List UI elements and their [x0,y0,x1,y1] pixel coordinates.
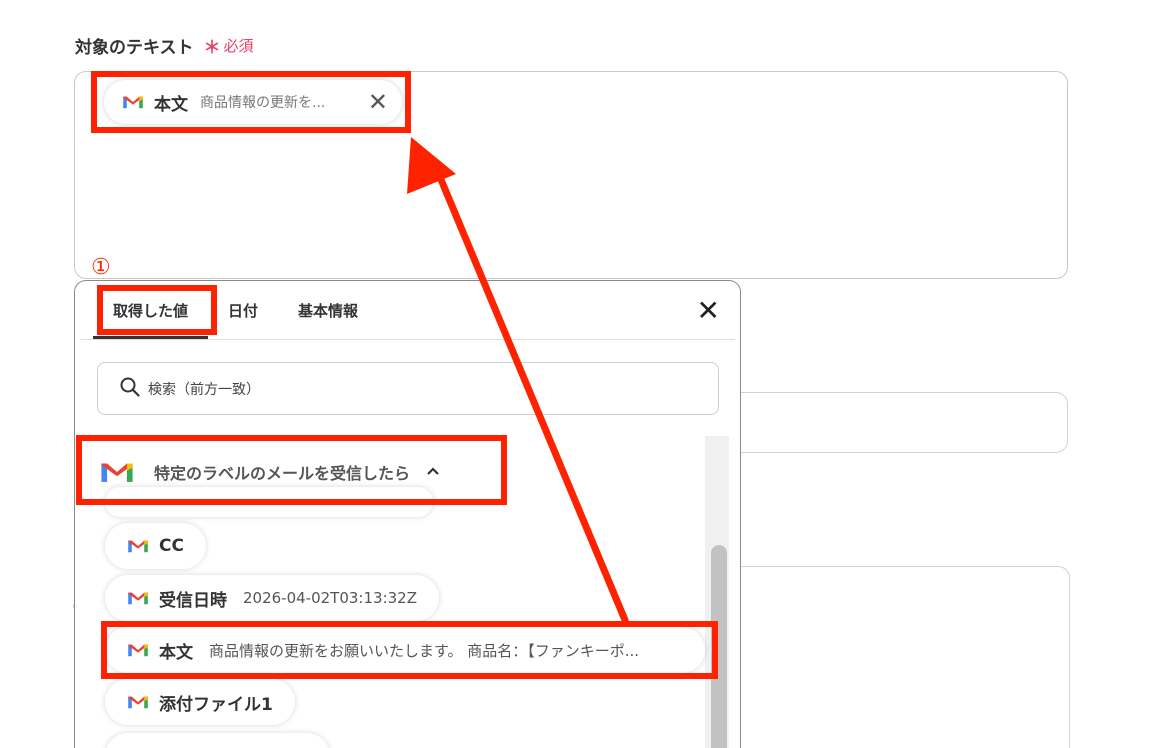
chevron-up-icon[interactable] [426,465,440,479]
gmail-icon [122,94,144,110]
gmail-icon [127,538,149,554]
list-item-cc[interactable]: CC [105,523,206,569]
search-icon [120,377,140,401]
tab-divider [80,339,735,340]
required-text: 必須 [223,37,254,55]
item-label: 受信日時 [159,590,227,611]
list-item-body[interactable]: 本文 商品情報の更新をお願いいたします。 商品名：【ファンキーポ... [105,627,705,673]
scrollbar-thumb[interactable] [711,545,727,748]
gmail-icon [127,642,149,658]
item-label: CC [159,536,184,556]
search-placeholder: 検索（前方一致） [148,381,260,398]
background-field-2[interactable] [740,392,1068,453]
tab-acquired-values[interactable]: 取得した値 [93,281,209,339]
chip-label: 本文 [154,94,188,115]
list-item-received-datetime[interactable]: 受信日時 2026-04-02T03:13:32Z [105,575,439,621]
background-field-3[interactable] [740,566,1070,748]
picker-tabs: 取得した値 日付 基本情報 [93,281,378,339]
required-mark: ＊ [203,38,221,58]
tab-basic-info[interactable]: 基本情報 [278,281,378,339]
gmail-icon [127,590,149,606]
step-1-marker: ① [91,255,111,280]
list-item-attachment-2[interactable] [105,733,330,748]
required-badge: ＊ 必須 [204,33,254,58]
item-label: 添付ファイル1 [159,694,273,715]
item-value: 商品情報の更新をお願いいたします。 商品名：【ファンキーポ... [209,641,640,660]
item-label: 本文 [159,642,193,663]
tab-date[interactable]: 日付 [208,281,278,339]
selected-variable-chip[interactable]: 本文 商品情報の更新を... ✕ [104,80,402,124]
close-icon[interactable]: ✕ [697,297,720,325]
variable-picker-panel: 取得した値 日付 基本情報 ✕ 検索（前方一致） 特定のラベルのメールを受信した… [74,280,741,748]
gmail-icon [127,694,149,710]
chip-value: 商品情報の更新を... [200,95,326,111]
list-item-hidden[interactable] [105,487,433,517]
search-input[interactable]: 検索（前方一致） [97,362,719,415]
chip-remove-icon[interactable]: ✕ [368,90,388,114]
field-label: 対象のテキスト ＊ 必須 [75,33,254,58]
item-value: 2026-04-02T03:13:32Z [243,589,417,607]
gmail-icon [100,459,134,485]
list-item-attachment-1[interactable]: 添付ファイル1 [105,679,295,725]
field-label-text: 対象のテキスト [75,38,194,58]
section-title: 特定のラベルのメールを受信したら [154,464,411,483]
